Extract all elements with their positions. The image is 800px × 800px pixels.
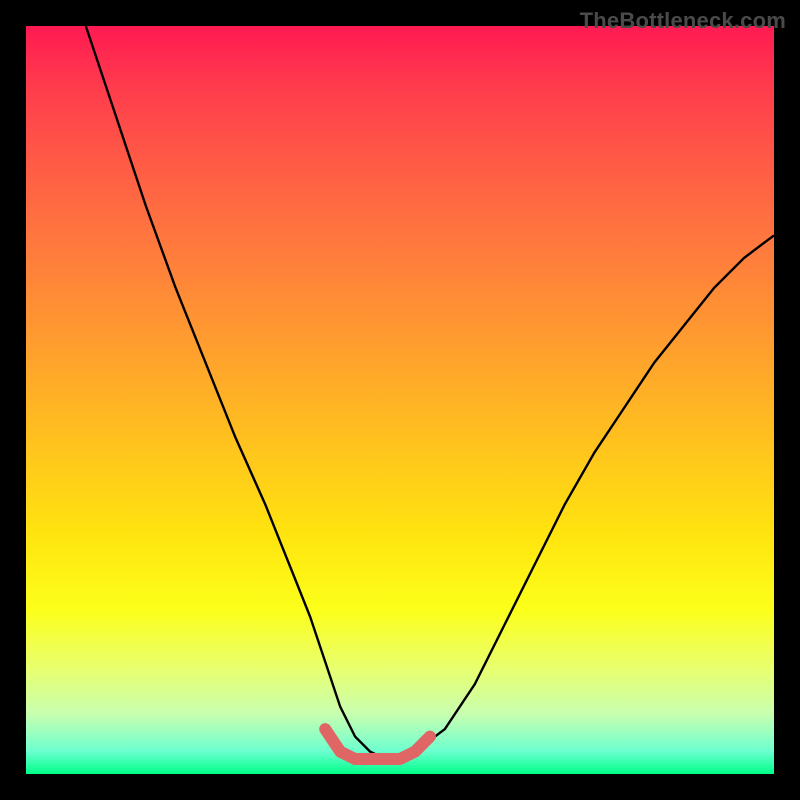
chart-svg-layer	[26, 26, 774, 774]
main-curve	[86, 26, 774, 759]
chart-plot-area	[26, 26, 774, 774]
highlight-segment	[325, 729, 430, 759]
chart-frame: TheBottleneck.com	[0, 0, 800, 800]
